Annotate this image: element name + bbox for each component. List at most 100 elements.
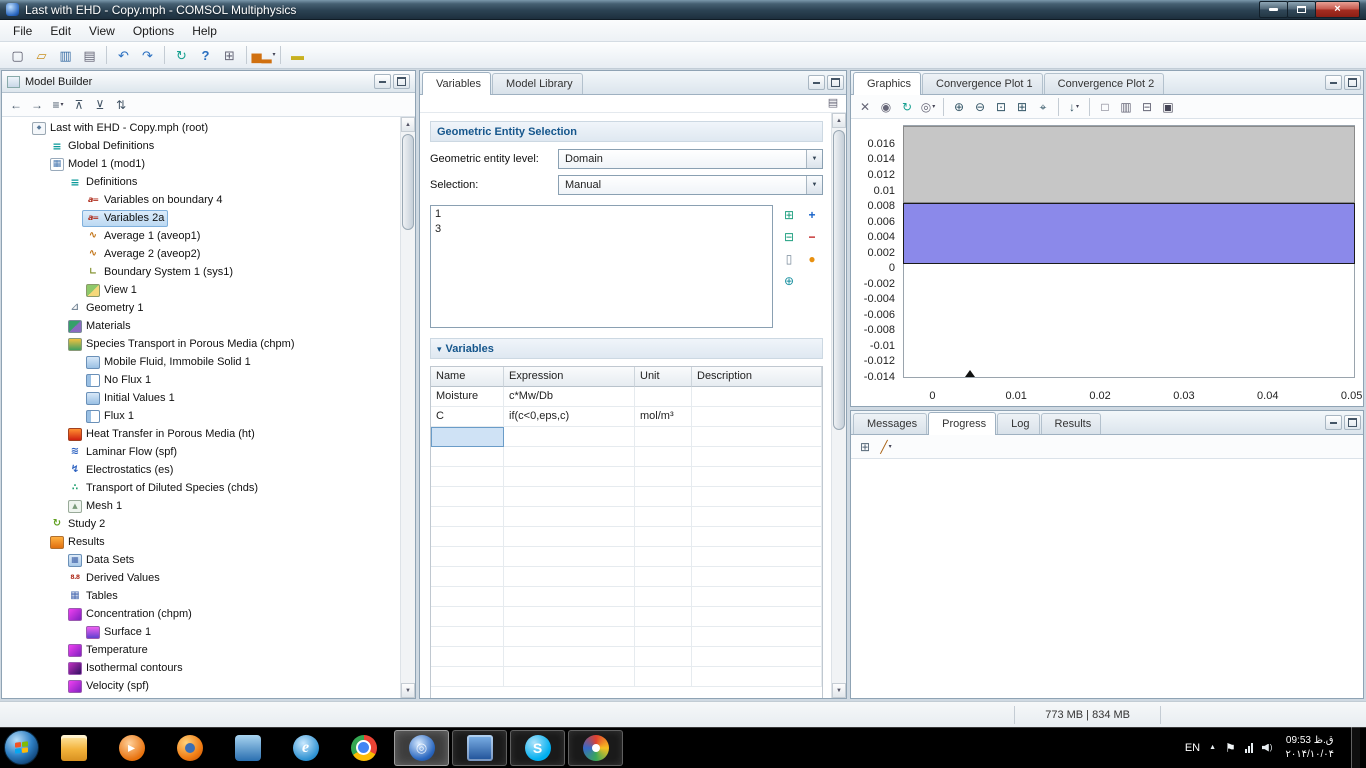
update-solution-button[interactable]: ↻ xyxy=(170,45,193,66)
chevron-down-icon[interactable]: ▼ xyxy=(806,150,822,168)
variables-cell[interactable] xyxy=(692,667,822,687)
variables-cell[interactable] xyxy=(692,547,822,567)
entity-level-select[interactable]: Domain ▼ xyxy=(558,149,823,169)
taskbar-skype[interactable] xyxy=(510,730,565,766)
nav-forward-button[interactable]: → xyxy=(27,95,47,114)
tab-convergence-plot-2[interactable]: Convergence Plot 2 xyxy=(1044,73,1165,94)
variables-cell[interactable] xyxy=(635,427,692,447)
variables-cell[interactable] xyxy=(431,587,504,607)
panel-maximize-icon[interactable] xyxy=(827,75,844,90)
reorder-button[interactable]: ⇅ xyxy=(111,95,131,114)
entity-list-item[interactable]: 3 xyxy=(435,223,768,238)
variables-cell[interactable] xyxy=(692,387,822,407)
refresh-icon[interactable]: ↻ xyxy=(897,97,917,116)
nav-back-button[interactable]: ← xyxy=(6,95,26,114)
section-geometric-entity[interactable]: Geometric Entity Selection xyxy=(430,121,823,142)
model-tree-scrollbar[interactable]: ▲ ▼ xyxy=(400,117,415,698)
variables-cell[interactable] xyxy=(692,427,822,447)
variables-cell[interactable] xyxy=(692,507,822,527)
selection-select[interactable]: Manual ▼ xyxy=(558,175,823,195)
taskbar-explorer[interactable] xyxy=(46,730,101,766)
variables-cell[interactable]: c*Mw/Db xyxy=(504,387,635,407)
equation-view-icon[interactable]: ▤ xyxy=(824,96,842,112)
undo-button[interactable]: ↶ xyxy=(112,45,135,66)
zoom-out-icon[interactable]: ⊖ xyxy=(970,97,990,116)
variables-cell[interactable] xyxy=(504,627,635,647)
tab-variables[interactable]: Variables xyxy=(422,72,491,95)
panel-minimize-icon[interactable] xyxy=(808,75,825,90)
tree-item[interactable]: Velocity (spf) xyxy=(2,677,400,695)
scroll-down-icon[interactable]: ▼ xyxy=(832,683,846,698)
measure-button[interactable]: ▬ xyxy=(286,45,309,66)
variables-cell[interactable] xyxy=(504,487,635,507)
tree-item[interactable]: Average 1 (aveop1) xyxy=(2,227,400,245)
tree-item[interactable]: Laminar Flow (spf) xyxy=(2,443,400,461)
plot-area[interactable] xyxy=(903,125,1355,378)
variables-cell[interactable] xyxy=(635,607,692,627)
scene-light-icon[interactable]: □ xyxy=(1095,97,1115,116)
menu-item[interactable]: Options xyxy=(124,21,183,41)
tree-item[interactable]: Average 2 (aveop2) xyxy=(2,245,400,263)
new-button[interactable]: ▢ xyxy=(6,45,29,66)
tree-item[interactable]: Temperature xyxy=(2,641,400,659)
tree-item[interactable]: Global Definitions xyxy=(2,137,400,155)
panel-minimize-icon[interactable] xyxy=(374,74,391,89)
remove-entity-icon[interactable]: − xyxy=(802,227,822,246)
tree-item[interactable]: Model 1 (mod1) xyxy=(2,155,400,173)
panel-maximize-icon[interactable] xyxy=(1344,75,1361,90)
chevron-down-icon[interactable]: ▼ xyxy=(806,176,822,194)
variables-cell[interactable] xyxy=(431,607,504,627)
tree-item[interactable]: Mesh 1 xyxy=(2,497,400,515)
clip-icon[interactable]: ✕ xyxy=(855,97,875,116)
zoom-box-icon[interactable]: ⊡ xyxy=(991,97,1011,116)
variables-cell[interactable] xyxy=(431,627,504,647)
taskbar-color-app[interactable] xyxy=(568,730,623,766)
variables-cell[interactable] xyxy=(431,567,504,587)
tab-model-library[interactable]: Model Library xyxy=(492,73,583,94)
tree-item[interactable]: Isothermal contours xyxy=(2,659,400,677)
tree-item[interactable]: Transport of Diluted Species (chds) xyxy=(2,479,400,497)
taskbar-clock[interactable]: ق.ظ 09:53 ۲۰۱۴/۱۰/۰۴ xyxy=(1281,734,1338,761)
expand-all-button[interactable]: ⊻ xyxy=(90,95,110,114)
tree-item[interactable]: Derived Values xyxy=(2,569,400,587)
tree-item[interactable]: Mobile Fluid, Immobile Solid 1 xyxy=(2,353,400,371)
detach-icon[interactable]: ⊞ xyxy=(855,437,875,456)
tree-item[interactable]: Species Transport in Porous Media (chpm) xyxy=(2,335,400,353)
tree-item[interactable]: Variables 2a xyxy=(2,209,400,227)
entity-selection-list[interactable]: 13 xyxy=(430,205,773,328)
zoom-selection-icon[interactable]: ⊕ xyxy=(779,271,799,290)
variables-cell[interactable] xyxy=(431,547,504,567)
variables-cell[interactable] xyxy=(504,587,635,607)
visibility-icon[interactable]: ◉ xyxy=(876,97,896,116)
help-button[interactable]: ? xyxy=(194,45,217,66)
variables-cell[interactable] xyxy=(635,447,692,467)
tree-item[interactable]: Variables on boundary 4 xyxy=(2,191,400,209)
variables-cell[interactable] xyxy=(504,647,635,667)
tree-item[interactable]: Geometry 1 xyxy=(2,299,400,317)
tab-messages[interactable]: Messages xyxy=(853,413,927,434)
copy-selection-icon[interactable]: ▯ xyxy=(779,249,799,268)
pan-icon[interactable]: ⌖ xyxy=(1033,97,1053,116)
variables-cell[interactable] xyxy=(692,567,822,587)
tree-item[interactable]: Data Sets xyxy=(2,551,400,569)
variables-cell[interactable] xyxy=(635,627,692,647)
tree-item[interactable]: Tables xyxy=(2,587,400,605)
variables-cell[interactable] xyxy=(635,507,692,527)
variables-cell[interactable] xyxy=(504,427,635,447)
taskbar-firefox[interactable] xyxy=(162,730,217,766)
tab-results[interactable]: Results xyxy=(1041,413,1102,434)
variables-cell[interactable]: Moisture xyxy=(431,387,504,407)
variables-cell[interactable] xyxy=(504,667,635,687)
panel-minimize-icon[interactable] xyxy=(1325,75,1342,90)
redo-button[interactable]: ↷ xyxy=(136,45,159,66)
tree-item[interactable]: Last with EHD - Copy.mph (root) xyxy=(2,119,400,137)
tree-item[interactable]: Materials xyxy=(2,317,400,335)
options-button[interactable]: ⊞ xyxy=(218,45,241,66)
graphics-canvas[interactable]: 0.0160.0140.0120.010.0080.0060.0040.0020… xyxy=(851,119,1363,406)
maximize-button[interactable] xyxy=(1287,1,1316,18)
panel-maximize-icon[interactable] xyxy=(393,74,410,89)
taskbar-media-player[interactable] xyxy=(104,730,159,766)
tab-graphics[interactable]: Graphics xyxy=(853,72,921,95)
tree-item[interactable]: Boundary System 1 (sys1) xyxy=(2,263,400,281)
scroll-thumb[interactable] xyxy=(402,134,414,230)
